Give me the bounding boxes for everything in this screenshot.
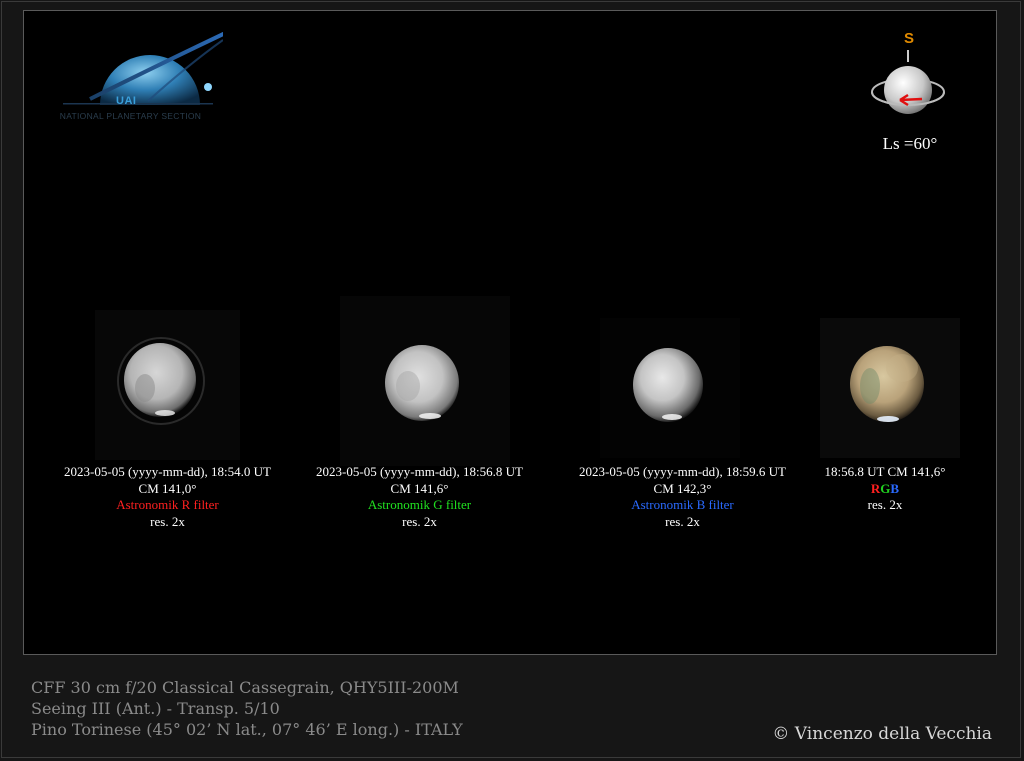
caption-res: res. 2x bbox=[867, 497, 903, 512]
mars-globe-icon bbox=[871, 50, 945, 114]
logo-acronym: UAI bbox=[116, 95, 137, 107]
caption-res: res. 2x bbox=[665, 513, 700, 529]
mars-image-g bbox=[340, 296, 510, 466]
mars-image-rgb bbox=[820, 318, 960, 458]
rgb-g-letter: G bbox=[880, 480, 891, 496]
south-pole-label: S bbox=[904, 30, 915, 47]
caption-filter: Astronomik R filter bbox=[116, 497, 219, 512]
caption-filter: Astronomik G filter bbox=[367, 497, 472, 512]
caption-g: 2023-05-05 (yyyy-mm-dd), 18:56.8 UT CM 1… bbox=[292, 464, 547, 530]
rgb-b-letter: B bbox=[890, 480, 900, 496]
telescope-line: CFF 30 cm f/20 Classical Cassegrain, QHY… bbox=[31, 678, 459, 697]
caption-cm: CM 142,3° bbox=[653, 480, 712, 496]
seeing-line: Seeing III (Ant.) - Transp. 5/10 bbox=[31, 699, 280, 718]
caption-cm: CM 141,6° bbox=[390, 480, 449, 496]
caption-r: 2023-05-05 (yyyy-mm-dd), 18:54.0 UT CM 1… bbox=[40, 464, 295, 530]
copyright: © Vincenzo della Vecchia bbox=[772, 724, 992, 744]
location-line: Pino Torinese (45° 02’ N lat., 07° 46’ E… bbox=[31, 720, 463, 739]
season-indicator: S Ls =60° bbox=[870, 30, 950, 160]
caption-res: res. 2x bbox=[150, 513, 185, 529]
mars-image-r bbox=[95, 310, 240, 460]
caption-time-cm: 18:56.8 UT CM 141,6° bbox=[824, 464, 946, 479]
mars-image-b bbox=[600, 318, 740, 458]
caption-time: 2023-05-05 (yyyy-mm-dd), 18:59.6 UT bbox=[579, 464, 786, 479]
caption-b: 2023-05-05 (yyyy-mm-dd), 18:59.6 UT CM 1… bbox=[555, 464, 810, 530]
caption-res: res. 2x bbox=[402, 513, 437, 529]
rgb-r-letter: R bbox=[870, 480, 881, 496]
uai-logo: UAI NATIONAL PLANETARY SECTION bbox=[38, 25, 239, 135]
caption-filter: Astronomik B filter bbox=[631, 497, 734, 512]
solar-longitude-label: Ls =60° bbox=[882, 134, 938, 153]
observation-info: CFF 30 cm f/20 Classical Cassegrain, QHY… bbox=[31, 677, 463, 740]
caption-rgb: 18:56.8 UT CM 141,6° RGB res. 2x bbox=[790, 464, 980, 514]
logo-subtitle: NATIONAL PLANETARY SECTION bbox=[59, 111, 202, 121]
caption-cm: CM 141,0° bbox=[138, 480, 197, 496]
caption-time: 2023-05-05 (yyyy-mm-dd), 18:54.0 UT bbox=[64, 464, 271, 479]
caption-time: 2023-05-05 (yyyy-mm-dd), 18:56.8 UT bbox=[316, 464, 523, 479]
caption-rgb-label: RGB bbox=[790, 481, 980, 498]
